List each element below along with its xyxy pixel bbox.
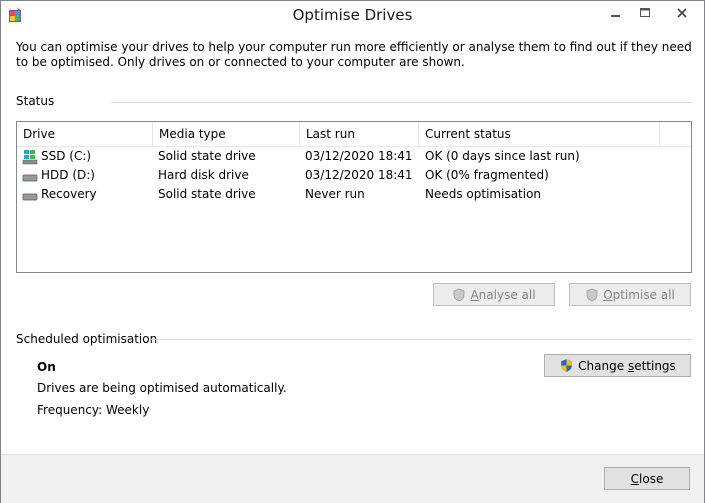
- uac-shield-icon: [561, 359, 573, 372]
- column-header-current-status[interactable]: Current status: [419, 122, 660, 146]
- system-drive-icon: [22, 150, 38, 165]
- analyse-all-button[interactable]: Analyse all: [433, 283, 555, 306]
- status-section-label: Status: [16, 94, 55, 108]
- change-settings-button[interactable]: Change settings: [544, 354, 691, 377]
- drive-name: HDD (D:): [41, 168, 95, 182]
- change-settings-label: Change settings: [578, 358, 676, 373]
- status-divider: [111, 102, 692, 103]
- maximize-icon: [640, 8, 650, 17]
- schedule-state: On: [37, 360, 56, 374]
- drive-last-run: 03/12/2020 18:41: [305, 149, 413, 163]
- uac-shield-icon: [586, 288, 598, 301]
- maximize-button[interactable]: [630, 1, 660, 25]
- drive-last-run: Never run: [305, 187, 365, 201]
- uac-shield-icon: [454, 288, 465, 301]
- drive-name: SSD (C:): [41, 149, 92, 163]
- scheduled-divider: [151, 339, 692, 340]
- optimise-drives-window: Optimise Drives You can optimise your dr…: [0, 0, 705, 503]
- drive-current-status: Needs optimisation: [425, 187, 542, 201]
- table-row[interactable]: SSD (C:) Solid state drive 03/12/2020 18…: [17, 147, 691, 166]
- drive-list[interactable]: Drive Media type Last run Current status…: [16, 121, 692, 273]
- drive-last-run: 03/12/2020 18:41: [305, 168, 413, 182]
- column-header-last-run[interactable]: Last run: [300, 122, 419, 146]
- optimise-all-button[interactable]: Optimise all: [569, 283, 691, 306]
- drive-media-type: Solid state drive: [158, 149, 256, 163]
- schedule-frequency: Frequency: Weekly: [37, 403, 150, 417]
- window-title: Optimise Drives: [292, 6, 413, 24]
- hard-drive-icon: [22, 174, 38, 182]
- main-content: You can optimise your drives to help you…: [1, 29, 704, 454]
- drive-media-type: Solid state drive: [158, 187, 256, 201]
- footer-bar: Close: [1, 454, 704, 503]
- list-header: Drive Media type Last run Current status: [17, 122, 691, 147]
- analyse-all-label: Analyse all: [470, 287, 536, 302]
- title-bar[interactable]: Optimise Drives: [1, 1, 704, 29]
- close-button[interactable]: Close: [604, 467, 690, 490]
- drive-current-status: OK (0% fragmented): [425, 168, 549, 182]
- optimise-all-label: Optimise all: [603, 287, 675, 302]
- table-row[interactable]: Recovery Solid state drive Never run Nee…: [17, 185, 691, 204]
- minimize-icon: [611, 15, 620, 17]
- column-header-drive[interactable]: Drive: [17, 122, 153, 146]
- close-window-button[interactable]: [659, 1, 705, 25]
- close-label: Close: [630, 471, 664, 486]
- close-icon: [677, 8, 687, 18]
- drive-name: Recovery: [41, 187, 97, 201]
- schedule-description: Drives are being optimised automatically…: [37, 381, 287, 395]
- scheduled-section-label: Scheduled optimisation: [16, 332, 158, 346]
- column-header-media-type[interactable]: Media type: [153, 122, 300, 146]
- hard-drive-icon: [22, 193, 38, 201]
- intro-text: You can optimise your drives to help you…: [16, 40, 692, 69]
- drive-media-type: Hard disk drive: [158, 168, 249, 182]
- minimize-button[interactable]: [601, 1, 631, 25]
- drive-current-status: OK (0 days since last run): [425, 149, 580, 163]
- table-row[interactable]: HDD (D:) Hard disk drive 03/12/2020 18:4…: [17, 166, 691, 185]
